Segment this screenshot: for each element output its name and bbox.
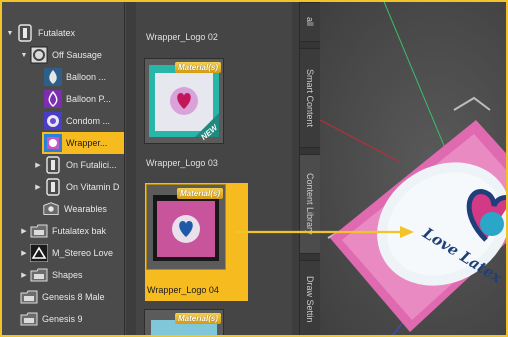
tab-label: Smart Content <box>305 68 315 128</box>
selection-bracket <box>453 96 491 111</box>
material-badge: Material(s) <box>174 313 221 324</box>
tab-draw-settings[interactable]: Draw Settin <box>300 260 320 335</box>
package-icon <box>30 46 48 64</box>
thumbnail-wrapper-logo-02[interactable]: Material(s) NEW <box>144 58 224 144</box>
viewport-3d[interactable]: Love Latex <box>320 2 506 335</box>
annotation-arrow <box>236 226 414 238</box>
material-badge: Material(s) <box>174 62 221 73</box>
tree-item-label: Futalatex bak <box>52 226 107 236</box>
tree-item-label: Genesis 8 Male <box>42 292 105 302</box>
tree-item-label: Off Sausage <box>52 50 102 60</box>
content-tree-panel: ▼ Futalatex ▼ Off Sausage Balloon ... Ba… <box>2 2 128 335</box>
tree-item-shapes[interactable]: ▶ Shapes <box>20 264 142 286</box>
tree-item-label: Futalatex <box>38 28 76 38</box>
tree-item-label: Wearables <box>64 204 107 214</box>
condom-icon <box>44 112 62 130</box>
thumbnail-caption: Wrapper_Logo 03 <box>146 158 218 168</box>
scene-render: Love Latex <box>320 2 506 335</box>
tree-item-futalatex-bak[interactable]: ▶ Futalatex bak <box>20 220 142 242</box>
tree-item-label: On Futalici... <box>66 160 117 170</box>
balloon-icon <box>44 68 62 86</box>
expand-arrow-icon[interactable]: ▶ <box>34 183 42 191</box>
tree-item-genesis-8-male[interactable]: Genesis 8 Male <box>18 286 140 308</box>
tree-item-label: Genesis 9 <box>42 314 83 324</box>
tree-item-label: On Vitamin D <box>66 182 120 192</box>
tree-item-label: Balloon ... <box>66 72 107 82</box>
tab-label: all <box>305 17 315 27</box>
logo-icon <box>30 244 48 262</box>
folder-icon <box>30 266 48 284</box>
wearables-icon <box>42 200 60 218</box>
tree-item-m-stereo-love[interactable]: ▶ M_Stereo Love <box>20 242 142 264</box>
folder-icon <box>20 288 38 306</box>
folder-icon <box>20 310 38 328</box>
wrapper-icon <box>44 134 62 152</box>
material-badge: Material(s) <box>176 188 223 199</box>
expand-arrow-icon[interactable]: ▶ <box>20 249 28 257</box>
tree-item-label: Condom ... <box>66 116 111 126</box>
thumbnail-wrapper-logo-03[interactable]: Material(s) <box>146 184 226 270</box>
folder-icon <box>30 222 48 240</box>
tree-item-futalatex[interactable]: ▼ Futalatex <box>6 22 128 44</box>
thumbnail-caption: Wrapper_Logo 02 <box>146 32 218 42</box>
figure-icon <box>16 24 34 42</box>
tree-item-off-sausage[interactable]: ▼ Off Sausage <box>20 44 142 66</box>
tree-item-label: M_Stereo Love <box>52 248 114 258</box>
expand-arrow-icon[interactable]: ▶ <box>20 271 28 279</box>
screenshot-frame: ▼ Futalatex ▼ Off Sausage Balloon ... Ba… <box>0 0 508 337</box>
thumbnail-caption-selected: Wrapper_Logo 04 <box>147 285 219 295</box>
figure-icon <box>44 156 62 174</box>
tab-label: Draw Settin <box>305 276 315 323</box>
balloon-outline-icon <box>44 90 62 108</box>
tree-item-label: Shapes <box>52 270 83 280</box>
tree-item-genesis-9[interactable]: Genesis 9 <box>18 308 140 330</box>
side-tab-strip: all Smart Content Content Library Draw S… <box>300 2 320 335</box>
expand-arrow-icon[interactable]: ▶ <box>20 227 28 235</box>
figure-icon <box>44 178 62 196</box>
tree-item-label: Wrapper... <box>66 138 108 148</box>
expand-arrow-icon[interactable]: ▶ <box>34 161 42 169</box>
x-axis-line <box>320 119 401 163</box>
expand-arrow-icon[interactable]: ▼ <box>20 52 28 59</box>
tree-item-wrapper[interactable]: Wrapper... <box>42 132 124 154</box>
expand-arrow-icon[interactable]: ▼ <box>6 30 14 37</box>
content-thumbnails-panel: Wrapper_Logo 02 Material(s) NEW Wrapper_… <box>126 2 300 335</box>
tab-smart-content[interactable]: Smart Content <box>300 48 320 148</box>
thumbnail-next[interactable]: Material(s) <box>144 309 224 335</box>
tab-all[interactable]: all <box>300 2 320 42</box>
tree-item-label: Balloon P... <box>66 94 111 104</box>
